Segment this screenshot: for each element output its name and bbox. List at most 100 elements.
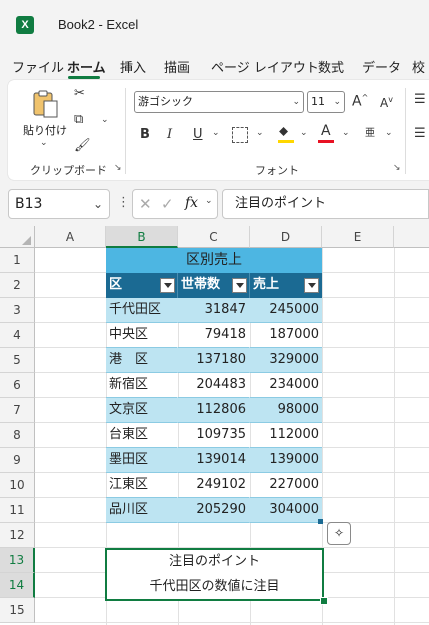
italic-button[interactable]: I — [167, 127, 172, 142]
fill-color-dropdown-icon[interactable]: ⌄ — [300, 128, 308, 138]
font-color-icon[interactable]: A — [321, 123, 331, 139]
insert-function-icon[interactable]: fx — [185, 195, 198, 211]
sales-cell[interactable]: 234000 — [250, 373, 322, 398]
font-color-dropdown-icon[interactable]: ⌄ — [342, 128, 350, 138]
row-header-10[interactable]: 10 — [0, 473, 35, 498]
font-launcher-icon[interactable]: ↘ — [393, 163, 401, 173]
paste-icon[interactable] — [30, 89, 60, 118]
sales-cell[interactable]: 245000 — [250, 298, 322, 323]
paste-button[interactable]: 貼り付け — [23, 122, 67, 138]
sales-cell[interactable]: 187000 — [250, 323, 322, 348]
row-header-2[interactable]: 2 — [0, 273, 35, 298]
sales-cell[interactable]: 227000 — [250, 473, 322, 498]
border-icon[interactable] — [232, 127, 248, 143]
column-header-e[interactable]: E — [322, 226, 394, 248]
households-cell[interactable]: 112806 — [178, 398, 250, 423]
sales-cell[interactable]: 329000 — [250, 348, 322, 373]
sales-cell[interactable]: 112000 — [250, 423, 322, 448]
households-cell[interactable]: 139014 — [178, 448, 250, 473]
copy-dropdown-icon[interactable]: ⌄ — [101, 115, 109, 125]
column-header-f[interactable] — [394, 226, 429, 248]
more-options-icon[interactable]: ⋮ — [117, 195, 130, 210]
row-header-4[interactable]: 4 — [0, 323, 35, 348]
row-header-6[interactable]: 6 — [0, 373, 35, 398]
paste-dropdown-icon[interactable]: ⌄ — [40, 138, 48, 148]
phonetic-dropdown-icon[interactable]: ⌄ — [385, 128, 393, 138]
border-dropdown-icon[interactable]: ⌄ — [256, 128, 264, 138]
grow-font-icon[interactable]: A^ — [352, 93, 368, 110]
households-cell[interactable]: 205290 — [178, 498, 250, 523]
column-header-d[interactable]: D — [250, 226, 322, 248]
format-painter-icon[interactable]: 🖌 — [74, 138, 91, 153]
cancel-icon[interactable]: ✕ — [139, 195, 152, 213]
underline-button[interactable]: U — [193, 127, 203, 142]
ward-cell[interactable]: 台東区 — [106, 423, 178, 448]
note-line-2[interactable]: 千代田区の数値に注目 — [107, 575, 322, 599]
filter-dropdown-icon[interactable] — [160, 278, 175, 293]
copy-icon[interactable]: ⧉ — [74, 112, 83, 127]
row-header-14[interactable]: 14 — [0, 573, 35, 598]
ward-cell[interactable]: 品川区 — [106, 498, 178, 523]
table-title[interactable]: 区別売上 — [106, 248, 322, 273]
name-box[interactable]: B13 ⌄ — [8, 189, 110, 219]
tab-formulas[interactable]: 数式 — [318, 57, 344, 76]
ward-cell[interactable]: 千代田区 — [106, 298, 178, 323]
row-header-1[interactable]: 1 — [0, 248, 35, 273]
align-top-icon[interactable]: ☰ — [414, 92, 426, 107]
column-header-b[interactable]: B — [106, 226, 178, 248]
row-header-15[interactable]: 15 — [0, 598, 35, 623]
filter-dropdown-icon[interactable] — [304, 278, 319, 293]
table-resize-handle[interactable] — [318, 519, 323, 524]
clipboard-launcher-icon[interactable]: ↘ — [114, 163, 122, 173]
note-line-1[interactable]: 注目のポイント — [107, 550, 322, 574]
ward-cell[interactable]: 文京区 — [106, 398, 178, 423]
row-header-13[interactable]: 13 — [0, 548, 35, 573]
households-cell[interactable]: 31847 — [178, 298, 250, 323]
sales-cell[interactable]: 139000 — [250, 448, 322, 473]
tab-data[interactable]: データ — [362, 57, 401, 76]
tab-draw[interactable]: 描画 — [164, 57, 190, 76]
filter-dropdown-icon[interactable] — [232, 278, 247, 293]
ward-cell[interactable]: 江東区 — [106, 473, 178, 498]
tab-file[interactable]: ファイル — [12, 57, 64, 76]
row-header-3[interactable]: 3 — [0, 298, 35, 323]
sales-cell[interactable]: 304000 — [250, 498, 322, 523]
fill-handle[interactable] — [320, 597, 328, 605]
column-header-a[interactable]: A — [35, 226, 106, 248]
fill-color-icon[interactable]: ⬥ — [279, 124, 288, 139]
row-header-11[interactable]: 11 — [0, 498, 35, 523]
ward-cell[interactable]: 新宿区 — [106, 373, 178, 398]
row-header-8[interactable]: 8 — [0, 423, 35, 448]
households-cell[interactable]: 109735 — [178, 423, 250, 448]
shrink-font-icon[interactable]: Av — [380, 95, 393, 110]
cut-icon[interactable]: ✂ — [74, 86, 85, 101]
phonetic-icon[interactable]: 亜 — [365, 124, 375, 139]
align-left-icon[interactable]: ☰ — [414, 126, 426, 141]
sales-cell[interactable]: 98000 — [250, 398, 322, 423]
tab-insert[interactable]: 挿入 — [120, 57, 146, 76]
header-cell-households[interactable]: 世帯数 — [178, 273, 250, 298]
households-cell[interactable]: 137180 — [178, 348, 250, 373]
row-header-12[interactable]: 12 — [0, 523, 35, 548]
quick-analysis-icon[interactable]: ✧ — [327, 522, 351, 545]
column-header-c[interactable]: C — [178, 226, 250, 248]
row-header-9[interactable]: 9 — [0, 448, 35, 473]
underline-dropdown-icon[interactable]: ⌄ — [212, 128, 220, 138]
tab-review[interactable]: 校 — [412, 57, 425, 76]
ward-cell[interactable]: 墨田区 — [106, 448, 178, 473]
households-cell[interactable]: 204483 — [178, 373, 250, 398]
font-name-combo[interactable]: 游ゴシック ⌄ — [134, 91, 304, 113]
font-size-combo[interactable]: 11 ⌄ — [307, 91, 345, 113]
ward-cell[interactable]: 中央区 — [106, 323, 178, 348]
enter-icon[interactable]: ✓ — [161, 195, 174, 213]
formula-input[interactable]: 注目のポイント — [222, 189, 429, 219]
row-header-7[interactable]: 7 — [0, 398, 35, 423]
header-cell-sales[interactable]: 売上 — [250, 273, 322, 298]
header-cell-ku[interactable]: 区 — [106, 273, 178, 298]
bold-button[interactable]: B — [140, 127, 150, 142]
tab-home[interactable]: ホーム — [67, 57, 106, 76]
ward-cell[interactable]: 港 区 — [106, 348, 178, 373]
row-header-5[interactable]: 5 — [0, 348, 35, 373]
tab-page-layout[interactable]: ページ レイアウト — [211, 57, 319, 76]
households-cell[interactable]: 79418 — [178, 323, 250, 348]
